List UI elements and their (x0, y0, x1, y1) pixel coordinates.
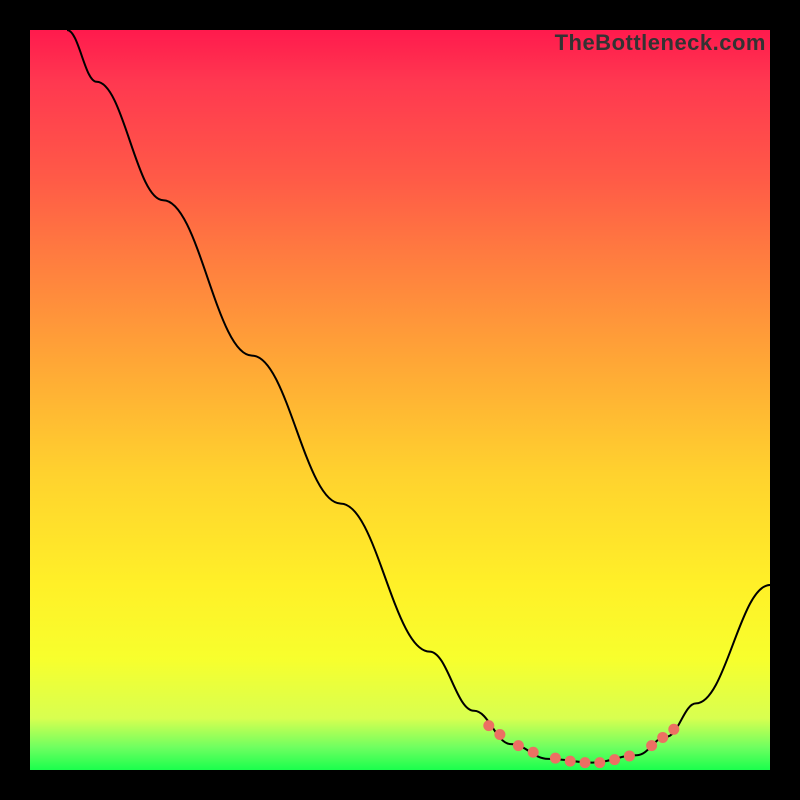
bottleneck-curve (67, 30, 770, 763)
highlight-dot (484, 721, 494, 731)
line-series (67, 30, 770, 763)
highlight-dot (658, 732, 668, 742)
highlight-dot (595, 758, 605, 768)
highlight-dot (647, 741, 657, 751)
highlight-dot (610, 755, 620, 765)
highlight-dot (580, 758, 590, 768)
highlight-dot (565, 756, 575, 766)
highlight-dot (513, 741, 523, 751)
plot-area: TheBottleneck.com (30, 30, 770, 770)
highlight-dot (624, 751, 634, 761)
highlight-dot (550, 753, 560, 763)
highlight-dot (528, 747, 538, 757)
highlight-dot (669, 724, 679, 734)
chart-svg (30, 30, 770, 770)
highlight-dot (495, 729, 505, 739)
